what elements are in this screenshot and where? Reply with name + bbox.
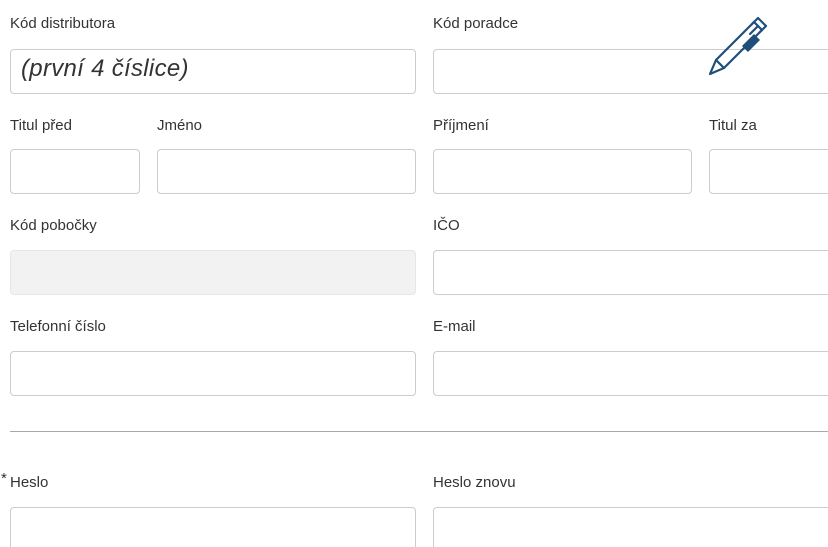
branch-code-input [10, 250, 416, 295]
ico-label: IČO [433, 217, 460, 234]
pen-icon [708, 16, 768, 76]
password-repeat-input[interactable] [433, 507, 828, 547]
advisor-registration-form: Kód distributora Kód poradce Titul před … [0, 0, 828, 547]
last-name-label: Příjmení [433, 117, 489, 134]
branch-code-label: Kód pobočky [10, 217, 97, 234]
password-label: Heslo [10, 474, 49, 491]
title-after-input[interactable] [709, 149, 828, 194]
ico-input[interactable] [433, 250, 828, 295]
email-label: E-mail [433, 318, 476, 335]
phone-label: Telefonní číslo [10, 318, 106, 335]
password-repeat-label: Heslo znovu [433, 474, 516, 491]
advisor-code-label: Kód poradce [433, 15, 519, 32]
email-input[interactable] [433, 351, 828, 396]
password-input[interactable] [10, 507, 416, 547]
first-name-label: Jméno [157, 117, 203, 134]
distributor-code-label: Kód distributora [10, 15, 116, 32]
last-name-input[interactable] [433, 149, 692, 194]
section-divider [10, 431, 828, 432]
title-before-label: Titul před [10, 117, 72, 134]
required-mark: * [1, 470, 7, 487]
phone-input[interactable] [10, 351, 416, 396]
title-before-input[interactable] [10, 149, 140, 194]
title-after-label: Titul za [709, 117, 757, 134]
first-name-input[interactable] [157, 149, 416, 194]
distributor-code-input[interactable] [10, 49, 416, 94]
